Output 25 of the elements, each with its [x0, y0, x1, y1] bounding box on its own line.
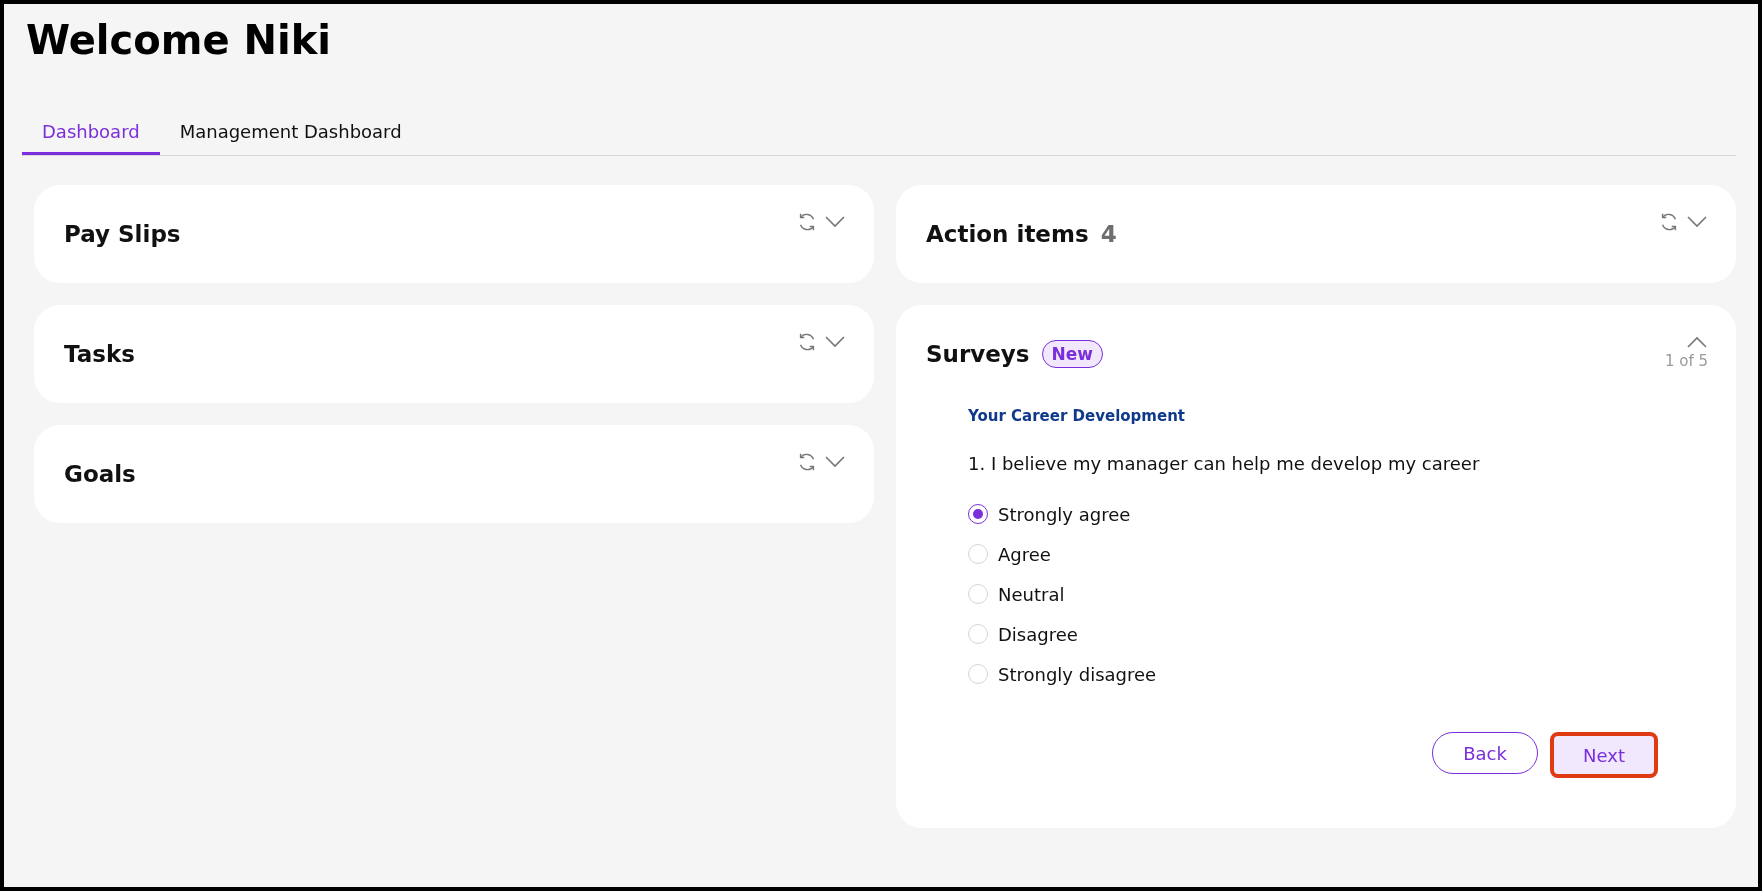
card-title: Surveys	[926, 341, 1030, 367]
option-label: Agree	[998, 543, 1051, 565]
item-count: 4	[1100, 221, 1117, 247]
option-label: Neutral	[998, 583, 1065, 605]
nav-button[interactable]: Back	[1432, 732, 1538, 774]
chevron-down-icon[interactable]	[1686, 215, 1708, 229]
card-title: Action items	[926, 221, 1089, 247]
page-title: Welcome Niki	[26, 16, 332, 65]
question-text: 1. I believe my manager can help me develop my career	[968, 453, 1481, 474]
chevron-down-icon[interactable]	[824, 335, 846, 349]
option-label: Strongly agree	[998, 503, 1131, 525]
card-title: Tasks	[64, 341, 135, 367]
tab[interactable]: Dashboard	[22, 115, 160, 155]
chevron-down-icon[interactable]	[824, 455, 846, 469]
nav-button[interactable]: Next	[1550, 732, 1658, 778]
option-label: Disagree	[998, 623, 1078, 645]
option-label: Strongly disagree	[998, 663, 1157, 685]
chevron-up-icon[interactable]	[1686, 335, 1708, 349]
chevron-down-icon[interactable]	[824, 215, 846, 229]
card-title: Pay Slips	[64, 221, 181, 247]
tab[interactable]: Management Dashboard	[159, 115, 422, 155]
page-counter: 1 of 5	[1664, 352, 1708, 370]
new-badge: New	[1041, 340, 1104, 368]
card-title: Goals	[64, 461, 136, 487]
section-title: Your Career Development	[968, 407, 1186, 425]
